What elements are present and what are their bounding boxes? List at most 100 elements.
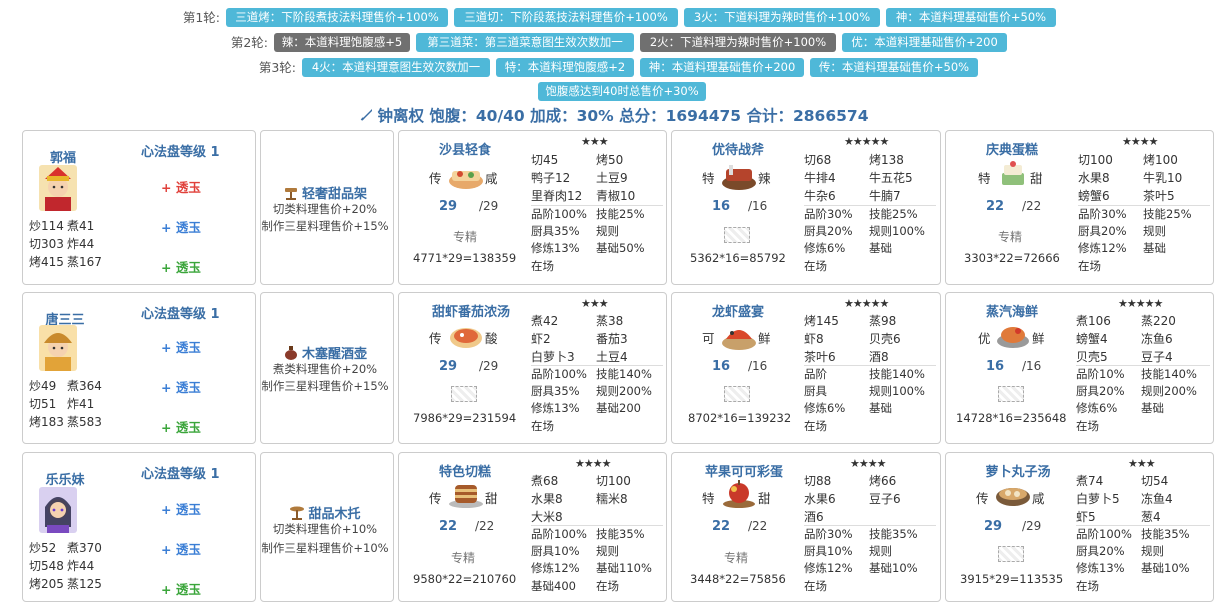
recipe-quantity[interactable]: 16 bbox=[986, 359, 1004, 374]
wooden-tray-icon bbox=[289, 506, 305, 520]
recipe-rank: 特 bbox=[702, 491, 715, 506]
jade-slot[interactable]: + 透玉 bbox=[161, 377, 201, 396]
chef-name: 乐乐妹 bbox=[45, 473, 85, 488]
round-tag[interactable]: 神：本道料理基础售价+200 bbox=[640, 58, 804, 77]
recipe-taste: 甜 bbox=[1030, 171, 1043, 186]
round-row-4: 饱腹感达到40时总售价+30% bbox=[0, 82, 1228, 102]
recipe-card[interactable]: 庆典蛋糕 ★★★★ 特 甜 22 /22 专精 3303*22=72666 切1… bbox=[945, 130, 1214, 285]
recipe-card[interactable]: 龙虾盛宴 ★★★★★ 可 鲜 16 /16 8702*16=139232 烤14… bbox=[671, 292, 941, 444]
jade-slot[interactable]: + 透玉 bbox=[161, 417, 201, 436]
round-tag[interactable]: 特：本道料理饱腹感+2 bbox=[496, 58, 634, 77]
chef-card[interactable]: 郭福 炒114 煮41 切303 炸44 烤415 蒸167 心法盘等级 1 +… bbox=[22, 130, 256, 285]
round-tag[interactable]: 第三道菜：第三道菜意图生效次数加一 bbox=[416, 33, 634, 52]
recipe-quantity[interactable]: 22 bbox=[439, 519, 457, 534]
recipe-materials: 切100 烤100 水果8 牛乳10 螃蟹6 茶叶5 bbox=[1078, 153, 1183, 203]
recipe-quantity-max: /22 bbox=[1022, 199, 1042, 213]
recipe-bonus-grid: 品阶30% 技能25% 厨具20% 规则100% 修炼6% 基础 在场 bbox=[804, 205, 936, 275]
dish-image bbox=[449, 171, 483, 189]
equip-effect: 煮类料理售价+20% bbox=[272, 362, 378, 376]
chef-stat: 切548 bbox=[29, 559, 64, 573]
equip-name-row: 轻奢甜品架 bbox=[261, 183, 389, 202]
round-row-3: 第3轮: 4火：本道料理意图生效次数加一 特：本道料理饱腹感+2 神：本道料理基… bbox=[0, 58, 1228, 78]
dish-image bbox=[449, 485, 483, 508]
chef-stat: 蒸125 bbox=[67, 577, 102, 591]
chef-stat: 烤205 bbox=[29, 577, 64, 591]
recipe-stars: ★★★ bbox=[581, 297, 609, 310]
round-row-1: 第1轮: 三道烤：下阶段煮技法料理售价+100% 三道切：下阶段蒸技法料理售价+… bbox=[0, 8, 1228, 28]
jade-slot[interactable]: + 透玉 bbox=[161, 579, 201, 598]
round-tag[interactable]: 辣：本道料理饱腹感+5 bbox=[274, 33, 410, 52]
round-tag[interactable]: 4火：本道料理意图生效次数加一 bbox=[302, 58, 490, 77]
recipe-name: 龙虾盛宴 bbox=[711, 305, 764, 320]
recipe-quantity[interactable]: 29 bbox=[439, 199, 457, 214]
heart-disk-level[interactable]: 心法盘等级 1 bbox=[141, 303, 220, 322]
recipe-bonus-grid: 品阶 技能140% 厨具 规则100% 修炼6% 基础 在场 bbox=[804, 365, 936, 435]
heart-disk-level[interactable]: 心法盘等级 1 bbox=[141, 141, 220, 160]
heart-disk-level[interactable]: 心法盘等级 1 bbox=[141, 463, 220, 482]
round-tag[interactable]: 传：本道料理基础售价+50% bbox=[810, 58, 978, 77]
recipe-quantity[interactable]: 22 bbox=[986, 199, 1004, 214]
recipe-card[interactable]: 苹果可可彩蛋 ★★★★ 特 甜 22 /22 专精 3448*22=75856 … bbox=[671, 452, 941, 602]
jade-slot[interactable]: + 透玉 bbox=[161, 337, 201, 356]
chef-stat: 煮41 bbox=[67, 219, 95, 233]
recipe-rank: 特 bbox=[978, 171, 991, 186]
recipe-quantity[interactable]: 16 bbox=[712, 359, 730, 374]
recipe-card[interactable]: 沙县轻食 ★★★ 传 咸 29 /29 专精 4771*29=138359 切4… bbox=[398, 130, 667, 285]
chef-card[interactable]: 唐三三 炒49 煮364 切51 炸41 烤183 蒸583 心法盘等级 1 +… bbox=[22, 292, 256, 444]
recipe-card[interactable]: 甜虾番茄浓汤 ★★★ 传 酸 29 /29 7986*29=231594 煮42… bbox=[398, 292, 667, 444]
chef-stat: 切303 bbox=[29, 237, 64, 251]
equip-card[interactable]: 轻奢甜品架 切类料理售价+20% 制作三星料理售价+15% bbox=[260, 130, 394, 285]
recipe-taste: 咸 bbox=[485, 171, 498, 186]
recipe-quantity[interactable]: 29 bbox=[439, 359, 457, 374]
round-tag[interactable]: 神：本道料理基础售价+50% bbox=[886, 8, 1056, 27]
recipe-quantity-max: /22 bbox=[748, 519, 768, 533]
round-label: 第2轮: bbox=[230, 35, 268, 50]
round-tag[interactable]: 2火：下道料理为辣时售价+100% bbox=[640, 33, 836, 52]
dish-image bbox=[997, 327, 1029, 348]
recipe-calc: 7986*29=231594 bbox=[413, 411, 517, 425]
recipe-stars: ★★★★ bbox=[1122, 135, 1158, 148]
round-tag[interactable]: 三道切：下阶段蒸技法料理售价+100% bbox=[454, 8, 678, 27]
jade-slot[interactable]: + 透玉 bbox=[161, 217, 201, 236]
equip-effect: 制作三星料理售价+10% bbox=[261, 541, 389, 555]
recipe-quantity-max: /29 bbox=[479, 199, 499, 213]
recipe-rank: 传 bbox=[976, 491, 989, 506]
recipe-card[interactable]: 优待战斧 ★★★★★ 特 辣 16 /16 5362*16=85792 切68 烤… bbox=[671, 130, 941, 285]
recipe-quantity[interactable]: 29 bbox=[984, 519, 1002, 534]
equip-effect: 制作三星料理售价+15% bbox=[261, 379, 389, 393]
recipe-taste: 鲜 bbox=[1032, 331, 1045, 346]
recipe-bonus-grid: 品阶100% 技能140% 厨具35% 规则200% 修炼13% 基础200 在场 bbox=[531, 365, 663, 435]
recipe-quantity[interactable]: 16 bbox=[712, 199, 730, 214]
chef-avatar bbox=[39, 487, 77, 533]
recipe-bonus-grid: 品阶100% 技能35% 厨具20% 规则 修炼13% 基础10% 在场 bbox=[1076, 525, 1210, 595]
recipe-card[interactable]: 萝卜丸子汤 ★★★ 传 咸 29 /29 3915*29=113535 煮74 切… bbox=[945, 452, 1214, 602]
recipe-materials: 煮42 蒸38 虾2 番茄3 白萝卜3 土豆4 bbox=[531, 314, 628, 364]
recipe-rank: 传 bbox=[429, 171, 442, 186]
recipe-taste: 咸 bbox=[1032, 491, 1045, 506]
no-image-placeholder-icon bbox=[451, 386, 477, 402]
chef-card[interactable]: 乐乐妹 炒52 煮370 切548 炸44 烤205 蒸125 心法盘等级 1 … bbox=[22, 452, 256, 602]
chef-stat: 煮370 bbox=[67, 541, 102, 555]
recipe-quantity-max: /29 bbox=[479, 359, 499, 373]
recipe-card[interactable]: 蒸汽海鲜 ★★★★★ 优 鲜 16 /16 14728*16=235648 煮1… bbox=[945, 292, 1214, 444]
recipe-rank: 可 bbox=[702, 331, 715, 346]
recipe-quantity-max: /16 bbox=[748, 359, 768, 373]
round-tag[interactable]: 优：本道料理基础售价+200 bbox=[842, 33, 1007, 52]
recipe-quantity[interactable]: 22 bbox=[712, 519, 730, 534]
dish-image bbox=[996, 488, 1030, 506]
jade-slot[interactable]: + 透玉 bbox=[161, 539, 201, 558]
round-tag[interactable]: 三道烤：下阶段煮技法料理售价+100% bbox=[226, 8, 448, 27]
round-tag[interactable]: 饱腹感达到40时总售价+30% bbox=[538, 82, 706, 101]
recipe-card[interactable]: 特色切糕 ★★★★ 传 甜 22 /22 专精 9580*22=210760 煮… bbox=[398, 452, 667, 602]
dish-image bbox=[722, 330, 756, 350]
equip-name-row: 甜品木托 bbox=[261, 503, 389, 522]
jade-slot[interactable]: + 透玉 bbox=[161, 177, 201, 196]
round-tag[interactable]: 3火：下道料理为辣时售价+100% bbox=[684, 8, 880, 27]
jade-slot[interactable]: + 透玉 bbox=[161, 257, 201, 276]
chef-stat: 切51 bbox=[29, 397, 57, 411]
recipe-name: 萝卜丸子汤 bbox=[985, 465, 1051, 480]
equip-card[interactable]: 甜品木托 切类料理售价+10% 制作三星料理售价+10% bbox=[260, 452, 394, 602]
equip-card[interactable]: 木塞醒酒壶 煮类料理售价+20% 制作三星料理售价+15% bbox=[260, 292, 394, 444]
jade-slot[interactable]: + 透玉 bbox=[161, 499, 201, 518]
recipe-calc: 3915*29=113535 bbox=[960, 572, 1064, 586]
